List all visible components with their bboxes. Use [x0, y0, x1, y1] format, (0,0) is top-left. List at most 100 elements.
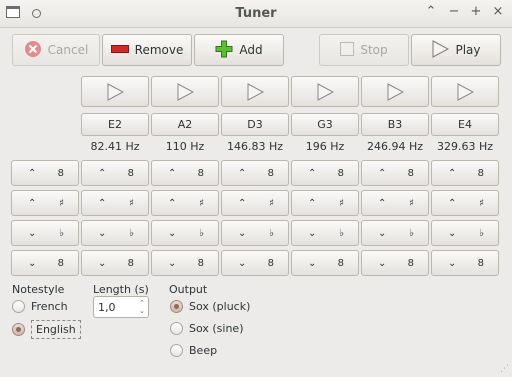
length-label: Length (s): [93, 283, 149, 296]
radio-english-indicator[interactable]: [12, 323, 25, 336]
chevron-down-icon: ⌄: [238, 227, 247, 239]
chevron-up-icon: ⌃: [168, 167, 177, 179]
octave-down-label: 8: [267, 257, 274, 269]
octave-down-button[interactable]: ⌄ 8: [221, 250, 289, 276]
radio-english-label: English: [31, 320, 81, 339]
note-button[interactable]: B3: [361, 113, 429, 136]
octave-up-button[interactable]: ⌃ 8: [361, 160, 429, 186]
octave-up-label: 8: [127, 167, 134, 179]
stop-button[interactable]: Stop: [319, 34, 409, 66]
flat-label: ♭: [199, 227, 204, 239]
resize-grip-icon[interactable]: ⋰: [500, 364, 509, 374]
play-string-button[interactable]: [361, 76, 429, 107]
octave-up-button[interactable]: ⌃ 8: [151, 160, 219, 186]
length-value: 1,0: [98, 301, 116, 314]
radio-beep-indicator[interactable]: [170, 344, 183, 357]
octave-up-button[interactable]: ⌃ 8: [291, 160, 359, 186]
chevron-up-icon: ⌃: [448, 167, 457, 179]
play-string-button[interactable]: [221, 76, 289, 107]
chevron-down-icon: ⌄: [378, 257, 387, 269]
chevron-up-icon: ⌃: [28, 167, 37, 179]
octave-down-button[interactable]: ⌄ 8: [151, 250, 219, 276]
octave-up-button[interactable]: ⌃ 8: [221, 160, 289, 186]
cancel-label: Cancel: [47, 43, 89, 57]
flat-button[interactable]: ⌄ ♭: [431, 220, 499, 246]
radio-sox-sine[interactable]: Sox (sine): [170, 322, 244, 335]
chevron-down-icon: ⌄: [448, 257, 457, 269]
play-label: Play: [455, 43, 481, 57]
radio-french[interactable]: French: [12, 300, 68, 313]
octave-down-button[interactable]: ⌄ 8: [431, 250, 499, 276]
flat-button[interactable]: ⌄ ♭: [81, 220, 149, 246]
octave-up-button[interactable]: ⌃ 8: [431, 160, 499, 186]
radio-beep[interactable]: Beep: [170, 344, 217, 357]
frequency-label: 82.41 Hz: [90, 140, 140, 153]
chevron-down-icon: ⌄: [98, 227, 107, 239]
note-button[interactable]: A2: [151, 113, 219, 136]
note-button[interactable]: G3: [291, 113, 359, 136]
sharp-button[interactable]: ⌃ ♯: [431, 190, 499, 216]
play-icon: [387, 82, 404, 101]
flat-button[interactable]: ⌄ ♭: [291, 220, 359, 246]
flat-label: ♭: [269, 227, 274, 239]
octave-up-button[interactable]: ⌃ 8: [81, 160, 149, 186]
add-button[interactable]: Add: [194, 34, 284, 66]
spin-down-icon[interactable]: ⌄: [139, 308, 145, 315]
octave-up-label: 8: [197, 167, 204, 179]
cancel-button[interactable]: Cancel: [12, 34, 100, 66]
play-string-button[interactable]: [81, 76, 149, 107]
shade-icon[interactable]: ⌃: [424, 5, 438, 19]
sharp-button[interactable]: ⌃ ♯: [361, 190, 429, 216]
play-button[interactable]: Play: [411, 34, 501, 66]
octave-down-button[interactable]: ⌄ 8: [291, 250, 359, 276]
play-icon: [107, 82, 124, 101]
all-sharp-button[interactable]: ⌃ ♯: [11, 190, 79, 216]
radio-french-indicator[interactable]: [12, 300, 25, 313]
all-octave-down-button[interactable]: ⌄ 8: [11, 250, 79, 276]
octave-up-label: 8: [477, 167, 484, 179]
sharp-button[interactable]: ⌃ ♯: [291, 190, 359, 216]
frequency-label: 110 Hz: [165, 140, 205, 153]
radio-sox-pluck-indicator[interactable]: [170, 300, 183, 313]
close-icon[interactable]: ×: [491, 5, 505, 19]
title-bar: Tuner ⌃ − + ×: [0, 0, 512, 28]
octave-down-button[interactable]: ⌄ 8: [361, 250, 429, 276]
cancel-icon: [24, 40, 42, 61]
radio-english[interactable]: English: [12, 320, 81, 339]
sharp-button[interactable]: ⌃ ♯: [221, 190, 289, 216]
length-spinbox[interactable]: 1,0 ⌃ ⌄: [93, 296, 149, 318]
chevron-up-icon: ⌃: [238, 167, 247, 179]
chevron-down-icon: ⌄: [238, 257, 247, 269]
chevron-up-icon: ⌃: [308, 197, 317, 209]
flat-label: ♭: [479, 227, 484, 239]
all-flat-button[interactable]: ⌄ ♭: [11, 220, 79, 246]
play-string-button[interactable]: [151, 76, 219, 107]
octave-down-label: 8: [197, 257, 204, 269]
chevron-up-icon: ⌃: [378, 197, 387, 209]
frequency-label: 196 Hz: [305, 140, 345, 153]
play-string-button[interactable]: [431, 76, 499, 107]
radio-sox-pluck[interactable]: Sox (pluck): [170, 300, 250, 313]
note-button[interactable]: D3: [221, 113, 289, 136]
flat-label: ♭: [339, 227, 344, 239]
chevron-down-icon: ⌄: [28, 257, 37, 269]
flat-button[interactable]: ⌄ ♭: [221, 220, 289, 246]
flat-button[interactable]: ⌄ ♭: [151, 220, 219, 246]
note-button[interactable]: E4: [431, 113, 499, 136]
octave-down-button[interactable]: ⌄ 8: [81, 250, 149, 276]
sharp-button[interactable]: ⌃ ♯: [81, 190, 149, 216]
radio-sox-sine-indicator[interactable]: [170, 322, 183, 335]
frequency-label: 246.94 Hz: [366, 140, 424, 153]
chevron-down-icon: ⌄: [168, 257, 177, 269]
note-button[interactable]: E2: [81, 113, 149, 136]
all-octave-up-button[interactable]: ⌃ 8: [11, 160, 79, 186]
minimize-icon[interactable]: −: [447, 5, 461, 19]
add-label: Add: [239, 43, 263, 57]
sharp-button[interactable]: ⌃ ♯: [151, 190, 219, 216]
spin-up-icon[interactable]: ⌃: [139, 300, 145, 307]
octave-up-label: 8: [57, 167, 64, 179]
maximize-icon[interactable]: +: [469, 5, 483, 19]
flat-button[interactable]: ⌄ ♭: [361, 220, 429, 246]
remove-button[interactable]: Remove: [102, 34, 192, 66]
play-string-button[interactable]: [291, 76, 359, 107]
